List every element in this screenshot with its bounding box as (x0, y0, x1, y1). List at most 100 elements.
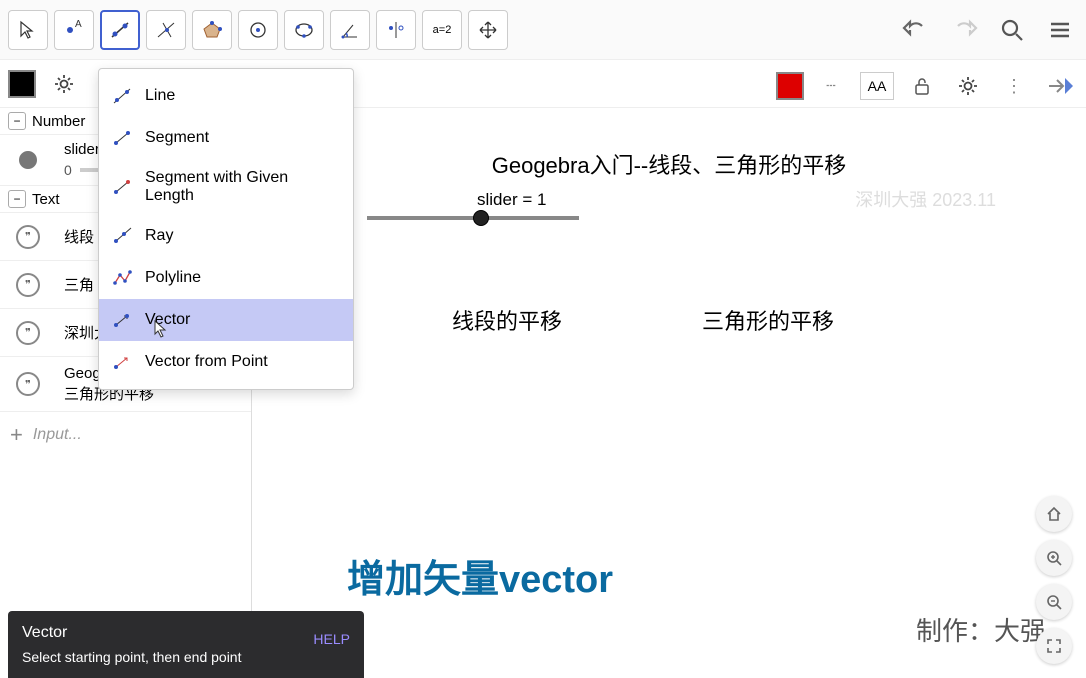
segment-icon (111, 127, 133, 149)
vector-icon (111, 309, 133, 331)
collapse-number[interactable]: − (8, 112, 26, 130)
tool-slider[interactable]: a=2 (422, 10, 462, 50)
add-button[interactable]: + (10, 422, 23, 448)
dd-ray[interactable]: Ray (99, 215, 353, 257)
zoom-out-button[interactable] (1036, 584, 1072, 620)
visibility-toggle[interactable]: ❞ (16, 321, 40, 345)
segment-length-icon (111, 176, 133, 198)
tooltip-help-link[interactable]: HELP (313, 621, 350, 647)
zoom-out-icon (1045, 593, 1063, 611)
visibility-toggle[interactable]: ❞ (16, 225, 40, 249)
text-size-button[interactable]: AA (860, 72, 894, 100)
search-icon (999, 17, 1025, 43)
algebra-color-picker[interactable] (8, 70, 36, 98)
visibility-toggle[interactable]: ❞ (16, 273, 40, 297)
canvas-text-triangle: 三角形的平移 (702, 304, 834, 336)
tooltip-title: Vector (22, 621, 241, 645)
polygon-icon (201, 19, 223, 41)
canvas-slider-label: slider = 1 (477, 190, 546, 210)
svg-text:A: A (75, 19, 82, 30)
slider-label-icon: a=2 (433, 24, 452, 36)
home-icon (1045, 505, 1063, 523)
tool-point[interactable]: A (54, 10, 94, 50)
zoom-in-icon (1045, 549, 1063, 567)
lock-button[interactable] (904, 68, 940, 104)
circle-icon (247, 19, 269, 41)
dd-polyline[interactable]: Polyline (99, 257, 353, 299)
slider-min: 0 (64, 162, 72, 178)
text-content: 线段 (64, 226, 94, 247)
input-placeholder: Input... (33, 426, 82, 444)
canvas-watermark: 深圳大强 2023.11 (855, 186, 996, 212)
tool-tooltip: Vector Select starting point, then end p… (8, 611, 364, 678)
close-stylebar[interactable] (1042, 68, 1078, 104)
gear-icon (957, 75, 979, 97)
undo-button[interactable] (898, 12, 934, 48)
graphics-stylebar: ┄ AA ⋮ (776, 68, 1078, 104)
dd-line[interactable]: Line (99, 75, 353, 117)
graphics-color-picker[interactable] (776, 72, 804, 100)
menu-button[interactable] (1042, 12, 1078, 48)
mirror-icon (385, 19, 407, 41)
tool-polygon[interactable] (192, 10, 232, 50)
floating-buttons (1036, 496, 1072, 664)
line-icon (111, 85, 133, 107)
dd-segment[interactable]: Segment (99, 117, 353, 159)
line-icon (109, 19, 131, 41)
search-button[interactable] (994, 12, 1030, 48)
tool-perpendicular[interactable] (146, 10, 186, 50)
dd-label: Ray (145, 227, 173, 245)
collapse-text[interactable]: − (8, 190, 26, 208)
dd-vector-from-point[interactable]: Vector from Point (99, 341, 353, 383)
input-row[interactable]: + Input... (0, 412, 251, 458)
dd-label: Vector (145, 311, 190, 329)
tooltip-desc: Select starting point, then end point (22, 649, 241, 665)
point-icon: A (63, 19, 85, 41)
canvas-author: 制作：大强 (916, 611, 1046, 648)
conic-icon (293, 19, 315, 41)
dd-label: Vector from Point (145, 353, 268, 371)
lock-icon (913, 76, 931, 96)
tool-transform[interactable] (376, 10, 416, 50)
visibility-toggle[interactable] (19, 151, 37, 169)
undo-icon (902, 18, 930, 42)
slider-thumb[interactable] (473, 210, 489, 226)
ray-icon (111, 225, 133, 247)
gear-icon (53, 73, 75, 95)
dd-label: Polyline (145, 269, 201, 287)
pan-icon (477, 19, 499, 41)
tool-angle[interactable] (330, 10, 370, 50)
group-number-label: Number (32, 113, 85, 130)
cursor-icon (18, 20, 38, 40)
graphics-view[interactable]: Geogebra入门--线段、三角形的平移 slider = 1 深圳大强 20… (252, 108, 1086, 678)
redo-button[interactable] (946, 12, 982, 48)
graphics-more[interactable]: ⋮ (996, 68, 1032, 104)
fullscreen-icon (1046, 638, 1062, 654)
zoom-in-button[interactable] (1036, 540, 1072, 576)
visibility-toggle[interactable]: ❞ (16, 372, 40, 396)
tool-circle[interactable] (238, 10, 278, 50)
tool-move[interactable] (8, 10, 48, 50)
main-toolbar: A a=2 (0, 0, 1086, 60)
fullscreen-button[interactable] (1036, 628, 1072, 664)
redo-icon (950, 18, 978, 42)
algebra-settings[interactable] (46, 66, 82, 102)
canvas-slider[interactable] (367, 216, 579, 220)
tool-conic[interactable] (284, 10, 324, 50)
graphics-settings[interactable] (950, 68, 986, 104)
dd-vector[interactable]: Vector (99, 299, 353, 341)
dd-label: Segment with Given Length (145, 169, 341, 205)
polyline-icon (111, 267, 133, 289)
line-style-button[interactable]: ┄ (814, 68, 850, 104)
home-button[interactable] (1036, 496, 1072, 532)
dd-label: Segment (145, 129, 209, 147)
tool-line[interactable] (100, 10, 140, 50)
tool-move-view[interactable] (468, 10, 508, 50)
angle-icon (339, 19, 361, 41)
canvas-text-segment: 线段的平移 (452, 304, 562, 336)
hamburger-icon (1047, 17, 1073, 43)
canvas-title: Geogebra入门--线段、三角形的平移 (492, 148, 847, 180)
vector-point-icon (111, 351, 133, 373)
line-tool-dropdown: Line Segment Segment with Given Length R… (98, 68, 354, 390)
dd-segment-length[interactable]: Segment with Given Length (99, 159, 353, 215)
